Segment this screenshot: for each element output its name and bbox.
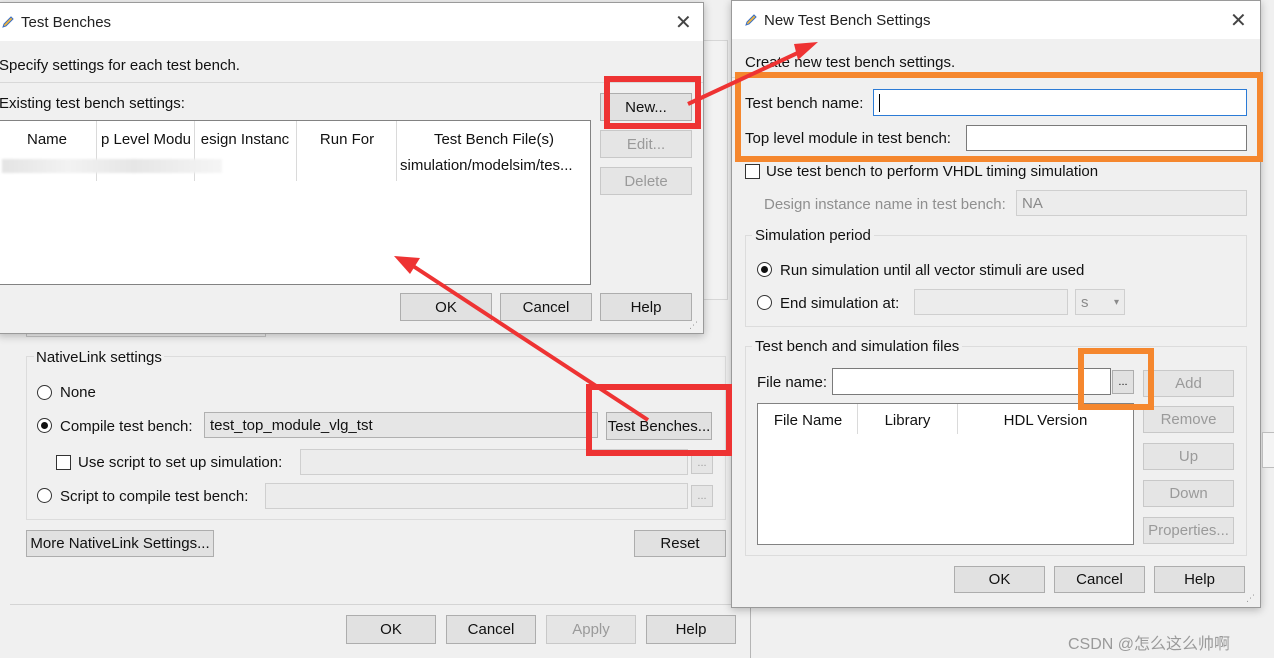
arrow-head-new-dialog bbox=[794, 42, 818, 60]
arrow-to-new-dialog bbox=[687, 48, 805, 106]
arrow-to-list bbox=[408, 262, 650, 422]
arrow-head-list bbox=[394, 256, 420, 274]
watermark: CSDN @怎么这么帅啊 bbox=[1068, 636, 1231, 653]
annotation-arrows bbox=[394, 42, 818, 422]
